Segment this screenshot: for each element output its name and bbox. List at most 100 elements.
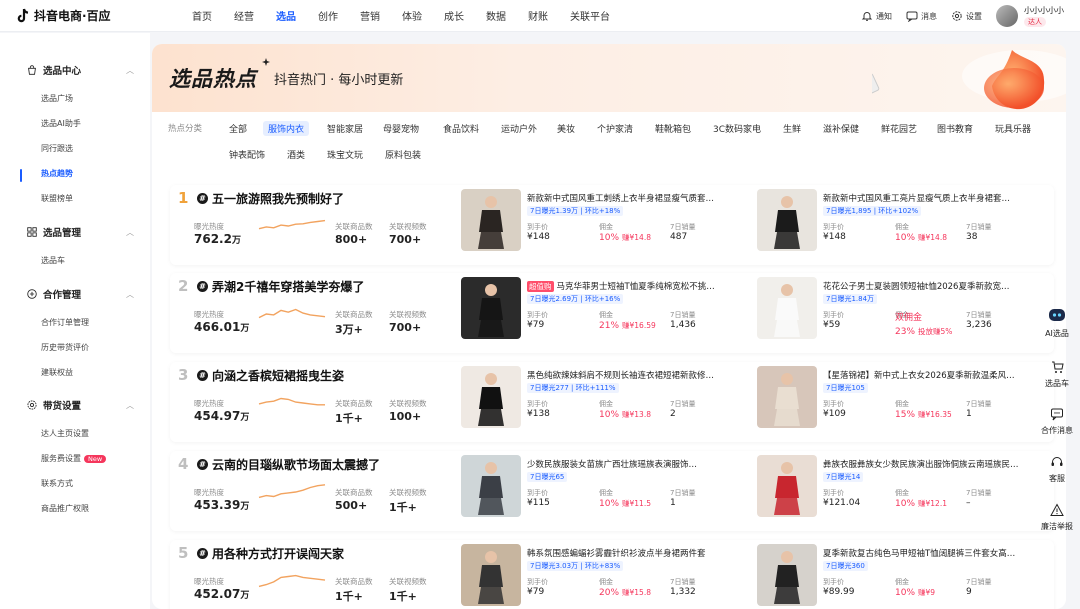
- product-thumbnail[interactable]: [461, 455, 521, 517]
- topic-card[interactable]: 2 # 弄潮2千禧年穿搭美学夯爆了 曝光热度 466.01万 关联商品数 3万+ 关联视频数 7…: [170, 273, 1054, 353]
- ai-select-button[interactable]: AI选品: [1034, 306, 1080, 339]
- nav-item[interactable]: 财账: [517, 0, 559, 32]
- sidebar-group[interactable]: 合作管理 ︿: [26, 287, 138, 301]
- nav-item[interactable]: 关联平台: [559, 0, 621, 32]
- sidebar-item[interactable]: 选品AI助手: [41, 118, 81, 129]
- product-thumbnail[interactable]: [757, 366, 817, 428]
- topic-title[interactable]: 弄潮2千禧年穿搭美学夯爆了: [212, 278, 364, 295]
- category-chip[interactable]: 生鲜: [778, 121, 806, 136]
- sidebar-item[interactable]: 建联权益: [41, 367, 73, 378]
- support-button[interactable]: 客服: [1034, 455, 1080, 484]
- category-chip[interactable]: 酒类: [282, 147, 310, 162]
- product-title[interactable]: 新款新中式国风重工亮片显瘦气质上衣半身裙套…: [823, 192, 1038, 204]
- product-thumbnail[interactable]: [757, 544, 817, 606]
- chevron-up-icon[interactable]: ︿: [126, 227, 134, 238]
- product-card[interactable]: 超值购 马克华菲男士短袖T恤夏季纯棉宽松不挑… 7日曝光2.69万 | 环比+16%…: [461, 277, 746, 349]
- nav-item[interactable]: 营销: [349, 0, 391, 32]
- user-info[interactable]: 小小小小小 达人: [1024, 5, 1064, 27]
- sidebar-item[interactable]: 联盟榜单: [41, 193, 73, 204]
- product-thumbnail[interactable]: [461, 544, 521, 606]
- category-chip[interactable]: 滋补保健: [818, 121, 864, 136]
- category-chip[interactable]: 珠宝文玩: [322, 147, 368, 162]
- product-thumbnail[interactable]: [461, 277, 521, 339]
- category-chip[interactable]: 美妆: [552, 121, 580, 136]
- topic-title[interactable]: 用各种方式打开误闯天家: [212, 545, 344, 562]
- category-chip[interactable]: 智能家居: [322, 121, 368, 136]
- topic-card[interactable]: 5 # 用各种方式打开误闯天家 曝光热度 452.07万 关联商品数 1千+ 关联视频数 1千+…: [170, 540, 1054, 609]
- sidebar-item[interactable]: 同行跟选: [41, 143, 73, 154]
- product-thumbnail[interactable]: [757, 455, 817, 517]
- product-thumbnail[interactable]: [461, 189, 521, 251]
- notify-button[interactable]: 通知: [861, 10, 892, 22]
- sidebar-item[interactable]: 达人主页设置: [41, 428, 89, 439]
- settings-button[interactable]: 设置: [951, 10, 982, 22]
- topic-card[interactable]: 4 # 云南的目瑙纵歌节场面太震撼了 曝光热度 453.39万 关联商品数 500+ 关联视频…: [170, 451, 1054, 531]
- category-chip[interactable]: 母婴宠物: [378, 121, 424, 136]
- product-card[interactable]: 花花公子男士夏装圆领短袖t恤2026夏季新款宽… 7日曝光1.84万 到手价 佣金 7日…: [757, 277, 1042, 349]
- product-thumbnail[interactable]: [461, 366, 521, 428]
- product-card[interactable]: 黑色纯欲辣妹斜肩不规则长袖连衣裙短裙新款修… 7日曝光277 | 环比+111% 到…: [461, 366, 746, 438]
- nav-item[interactable]: 创作: [307, 0, 349, 32]
- product-title[interactable]: 夏季新款复古纯色马甲短袖T恤阔腿裤三件套女高…: [823, 547, 1038, 559]
- sidebar-item[interactable]: 选品车: [41, 255, 65, 266]
- product-card[interactable]: 夏季新款复古纯色马甲短袖T恤阔腿裤三件套女高… 7日曝光360 到手价 佣金 7日销量 ¥…: [757, 544, 1042, 609]
- sidebar-group[interactable]: 选品中心 ︿: [26, 63, 138, 77]
- sidebar-item[interactable]: 热点趋势: [41, 168, 73, 179]
- category-chip[interactable]: 食品饮料: [438, 121, 484, 136]
- sidebar-group[interactable]: 选品管理 ︿: [26, 225, 138, 239]
- product-title[interactable]: 韩系氛围感蝙蝠衫雾霾针织衫波点半身裙两件套: [527, 547, 742, 559]
- coop-message-button[interactable]: 合作消息: [1034, 407, 1080, 436]
- product-title[interactable]: 彝族衣服彝族女少数民族演出服饰侗族云南瑶族民…: [823, 458, 1038, 470]
- category-chip[interactable]: 鲜花园艺: [876, 121, 922, 136]
- topic-title[interactable]: 向涵之香槟短裙摇曳生姿: [212, 367, 344, 384]
- nav-item[interactable]: 成长: [433, 0, 475, 32]
- nav-item[interactable]: 体验: [391, 0, 433, 32]
- avatar[interactable]: [996, 5, 1018, 27]
- nav-item[interactable]: 经营: [223, 0, 265, 32]
- app-logo[interactable]: 抖音电商·百应: [16, 7, 166, 24]
- category-chip[interactable]: 3C数码家电: [708, 121, 766, 136]
- product-title[interactable]: 少数民族服装女苗族广西壮族瑶族表演服饰…: [527, 458, 742, 470]
- cart-button[interactable]: 选品车: [1034, 360, 1080, 389]
- product-card[interactable]: 彝族衣服彝族女少数民族演出服饰侗族云南瑶族民… 7日曝光14 到手价 佣金 7日销量 ¥1…: [757, 455, 1042, 527]
- sidebar-item[interactable]: 服务费设置 New: [41, 453, 107, 464]
- product-card[interactable]: 新款新中式国风重工亮片显瘦气质上衣半身裙套… 7日曝光1,895 | 环比+102…: [757, 189, 1042, 261]
- topic-card[interactable]: 3 # 向涵之香槟短裙摇曳生姿 曝光热度 454.97万 关联商品数 1千+ 关联视频数 100…: [170, 362, 1054, 442]
- topic-title[interactable]: 五一旅游照我先预制好了: [212, 190, 344, 207]
- topic-title[interactable]: 云南的目瑙纵歌节场面太震撼了: [212, 456, 380, 473]
- messages-button[interactable]: 消息: [906, 10, 937, 22]
- product-title[interactable]: 【星落锦裙】新中式上衣女2026夏季新款温柔风…: [823, 369, 1038, 381]
- category-chip[interactable]: 服饰内衣: [263, 121, 310, 136]
- category-chip[interactable]: 运动户外: [496, 121, 542, 136]
- category-chip[interactable]: 个护家清: [592, 121, 638, 136]
- category-chip[interactable]: 原料包装: [380, 147, 426, 162]
- product-thumbnail[interactable]: [757, 277, 817, 339]
- product-thumbnail[interactable]: [757, 189, 817, 251]
- category-chip[interactable]: 全部: [224, 121, 252, 136]
- sidebar-item[interactable]: 历史带货评价: [41, 342, 89, 353]
- category-chip[interactable]: 图书教育: [932, 121, 978, 136]
- category-chip[interactable]: 钟表配饰: [224, 147, 270, 162]
- nav-item[interactable]: 首页: [181, 0, 223, 32]
- product-title[interactable]: 超值购 马克华菲男士短袖T恤夏季纯棉宽松不挑…: [527, 280, 742, 292]
- chevron-up-icon[interactable]: ︿: [126, 289, 134, 300]
- topic-card[interactable]: 1 # 五一旅游照我先预制好了 曝光热度 762.2万 关联商品数 800+ 关联视频数 700…: [170, 185, 1054, 265]
- product-card[interactable]: 韩系氛围感蝙蝠衫雾霾针织衫波点半身裙两件套 7日曝光3.03万 | 环比+83% 到…: [461, 544, 746, 609]
- chevron-up-icon[interactable]: ︿: [126, 400, 134, 411]
- chevron-up-icon[interactable]: ︿: [126, 65, 134, 76]
- nav-item[interactable]: 选品: [265, 0, 307, 32]
- category-chip[interactable]: 玩具乐器: [990, 121, 1036, 136]
- product-title[interactable]: 新款新中式国风重工刺绣上衣半身裙显瘦气质套…: [527, 192, 742, 204]
- product-card[interactable]: 【星落锦裙】新中式上衣女2026夏季新款温柔风… 7日曝光105 到手价 佣金 7日销量…: [757, 366, 1042, 438]
- nav-item[interactable]: 数据: [475, 0, 517, 32]
- sidebar-group[interactable]: 带货设置 ︿: [26, 398, 138, 412]
- product-card[interactable]: 新款新中式国风重工刺绣上衣半身裙显瘦气质套… 7日曝光1.39万 | 环比+18%…: [461, 189, 746, 261]
- product-card[interactable]: 少数民族服装女苗族广西壮族瑶族表演服饰… 7日曝光65 到手价 佣金 7日销量 ¥115 1…: [461, 455, 746, 527]
- product-title[interactable]: 黑色纯欲辣妹斜肩不规则长袖连衣裙短裙新款修…: [527, 369, 742, 381]
- product-title[interactable]: 花花公子男士夏装圆领短袖t恤2026夏季新款宽…: [823, 280, 1038, 292]
- category-chip[interactable]: 鞋靴箱包: [650, 121, 696, 136]
- report-button[interactable]: 廉洁举报: [1034, 503, 1080, 532]
- sidebar-item[interactable]: 商品推广权限: [41, 503, 89, 514]
- sidebar-item[interactable]: 合作订单管理: [41, 317, 89, 328]
- sidebar-item[interactable]: 选品广场: [41, 93, 73, 104]
